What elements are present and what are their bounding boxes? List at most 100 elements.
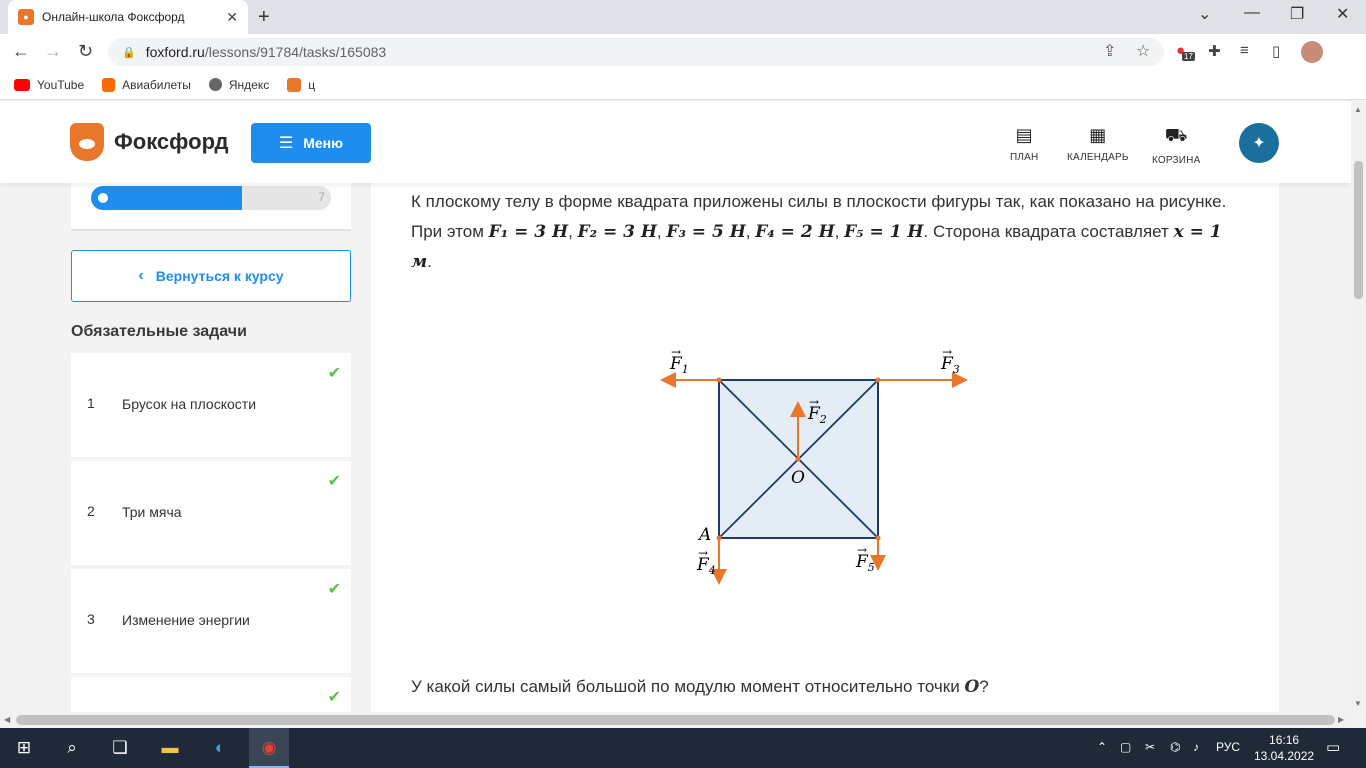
youtube-icon xyxy=(14,78,30,91)
share-icon[interactable]: ⇪ xyxy=(1103,41,1116,61)
progress-fill xyxy=(91,186,243,210)
task-title: Изменение энергии xyxy=(122,612,250,628)
aviasales-icon xyxy=(102,77,116,92)
forward-arrow-icon[interactable]: → xyxy=(44,41,62,62)
task-item[interactable]: ✔ xyxy=(71,677,351,712)
question-point: O xyxy=(964,677,980,697)
minimize-icon[interactable]: — xyxy=(1244,4,1260,22)
address-bar[interactable]: 🔒 foxford.ru/lessons/91784/tasks/165083 xyxy=(108,38,1164,66)
nav-calendar-label: КАЛЕНДАРЬ xyxy=(1067,152,1129,163)
progress-knob[interactable] xyxy=(93,188,113,208)
label-point-o: O xyxy=(791,468,805,488)
bookmark-label: YouTube xyxy=(37,77,85,92)
bookmarks-bar: YouTube Авиабилеты Яндекс ц xyxy=(0,70,1366,100)
search-icon[interactable]: ⌕ xyxy=(60,736,84,760)
browser-toolbar: ← → ↻ 🔒 foxford.ru/lessons/91784/tasks/1… xyxy=(0,34,1366,70)
nav-plan-label: ПЛАН xyxy=(1010,152,1039,163)
browser-tab[interactable]: ● Онлайн-школа Фоксфорд ✕ xyxy=(8,0,248,34)
vertical-scrollbar[interactable]: ▲ ▼ xyxy=(1351,101,1366,712)
task-number: 3 xyxy=(87,611,95,627)
vertical-scroll-thumb[interactable] xyxy=(1354,161,1363,299)
horizontal-scroll-thumb[interactable] xyxy=(16,715,1335,725)
tab-title: Онлайн-школа Фоксфорд xyxy=(42,10,185,24)
task-statement: К плоскому телу в форме квадрата приложе… xyxy=(411,192,1227,272)
vector-mark: → xyxy=(857,543,867,557)
back-to-course-button[interactable]: ‹ Вернуться к курсу xyxy=(71,250,351,302)
task-title: Три мяча xyxy=(122,504,182,520)
windows-start-icon[interactable]: ⊞ xyxy=(12,736,36,760)
media-queue-icon[interactable]: ≡ xyxy=(1240,42,1249,59)
clock-time: 16:16 xyxy=(1269,733,1300,747)
user-avatar-button[interactable]: ✦ xyxy=(1239,123,1279,163)
bookmark-aviasales[interactable]: Авиабилеты xyxy=(102,77,191,92)
scroll-down-icon[interactable]: ▼ xyxy=(1354,699,1362,708)
task-number: 1 xyxy=(87,395,95,411)
tray-chevron-icon[interactable]: ⌃ xyxy=(1097,740,1107,754)
forces-diagram: F1 → F2 → F3 → F4 → F5 → O A xyxy=(660,345,968,585)
scroll-left-icon[interactable]: ◀ xyxy=(4,715,10,724)
window-close-icon[interactable]: ✕ xyxy=(1336,4,1349,24)
check-icon: ✔ xyxy=(327,365,341,382)
progress-total: 7 xyxy=(318,190,325,204)
extensions-puzzle-icon[interactable]: ✚ xyxy=(1208,42,1221,60)
maximize-icon[interactable]: ❐ xyxy=(1290,4,1304,24)
vector-mark: → xyxy=(809,395,819,409)
force-f4: F₄ = 2 Н xyxy=(755,222,835,242)
tray-app-icon[interactable]: ▢ xyxy=(1120,740,1131,754)
language-indicator[interactable]: РУС xyxy=(1216,740,1240,754)
bookmark-youtube[interactable]: YouTube xyxy=(14,78,84,92)
application-point xyxy=(875,377,881,383)
side-panel-icon[interactable]: ▯ xyxy=(1272,42,1280,60)
tab-search-icon[interactable]: ⌄ xyxy=(1198,4,1211,24)
fox-logo-icon[interactable] xyxy=(70,123,104,161)
fox-favicon-icon: ● xyxy=(18,9,34,25)
bookmark-label: Яндекс xyxy=(228,77,270,92)
check-icon: ✔ xyxy=(327,581,341,598)
task-view-icon[interactable]: ❏ xyxy=(108,736,132,760)
edge-browser-icon[interactable]: ◐ xyxy=(208,736,232,760)
nav-cart-label: КОРЗИНА xyxy=(1152,155,1201,166)
tray-tool-icon[interactable]: ✂ xyxy=(1145,740,1155,754)
task-item[interactable]: 2 Три мяча ✔ xyxy=(71,461,351,565)
tab-close-icon[interactable]: ✕ xyxy=(226,9,238,26)
menu-button[interactable]: ☰ Меню xyxy=(251,123,371,163)
extension-badge-count: 17 xyxy=(1182,52,1195,61)
file-explorer-icon[interactable]: ▬ xyxy=(158,736,182,760)
menu-label: Меню xyxy=(303,135,344,151)
scroll-right-icon[interactable]: ▶ xyxy=(1338,715,1344,724)
bookmark-fox[interactable]: ц xyxy=(287,77,315,92)
bookmark-star-icon[interactable]: ☆ xyxy=(1136,41,1150,61)
system-clock[interactable]: 16:16 13.04.2022 xyxy=(1254,732,1314,764)
vector-mark: → xyxy=(942,345,952,359)
nav-cart[interactable]: ⛟ КОРЗИНА xyxy=(1152,125,1200,166)
reload-icon[interactable]: ↻ xyxy=(78,41,93,62)
nav-plan[interactable]: ▤ ПЛАН xyxy=(1010,125,1038,163)
question-text: У какой силы самый большой по модулю мом… xyxy=(411,677,965,696)
application-point xyxy=(716,377,722,383)
url-host: foxford.ru xyxy=(145,44,205,60)
chrome-browser-icon[interactable]: ◉ xyxy=(257,736,281,760)
task-item[interactable]: 1 Брусок на плоскости ✔ xyxy=(71,353,351,457)
cat-avatar-icon: ✦ xyxy=(1252,135,1266,152)
application-point xyxy=(716,535,722,541)
profile-avatar[interactable] xyxy=(1301,41,1323,63)
notifications-icon[interactable]: ▭ xyxy=(1326,738,1340,756)
force-f2: F₂ = 3 Н xyxy=(577,222,657,242)
logo-text[interactable]: Фоксфорд xyxy=(114,129,228,155)
volume-icon[interactable]: ♪ xyxy=(1193,740,1199,754)
new-tab-icon[interactable]: + xyxy=(258,6,270,29)
plan-icon: ▤ xyxy=(1015,125,1033,145)
task-text-part: . xyxy=(427,252,432,271)
nav-calendar[interactable]: ▦ КАЛЕНДАРЬ xyxy=(1067,125,1129,163)
browser-tabstrip: ● Онлайн-школа Фоксфорд ✕ + ⌄ — ❐ ✕ xyxy=(0,0,1366,34)
scroll-up-icon[interactable]: ▲ xyxy=(1354,105,1362,114)
question-text: ? xyxy=(979,677,989,696)
bookmark-yandex[interactable]: Яндекс xyxy=(208,77,270,92)
network-icon[interactable]: ⌬ xyxy=(1170,740,1180,754)
course-progress: 7 xyxy=(71,183,351,231)
task-item[interactable]: 3 Изменение энергии ✔ xyxy=(71,569,351,673)
label-point-a: A xyxy=(697,525,711,545)
url-path: /lessons/91784/tasks/165083 xyxy=(204,44,387,60)
back-arrow-icon[interactable]: ← xyxy=(12,41,30,62)
horizontal-scrollbar[interactable]: ◀ ▶ xyxy=(0,712,1351,728)
